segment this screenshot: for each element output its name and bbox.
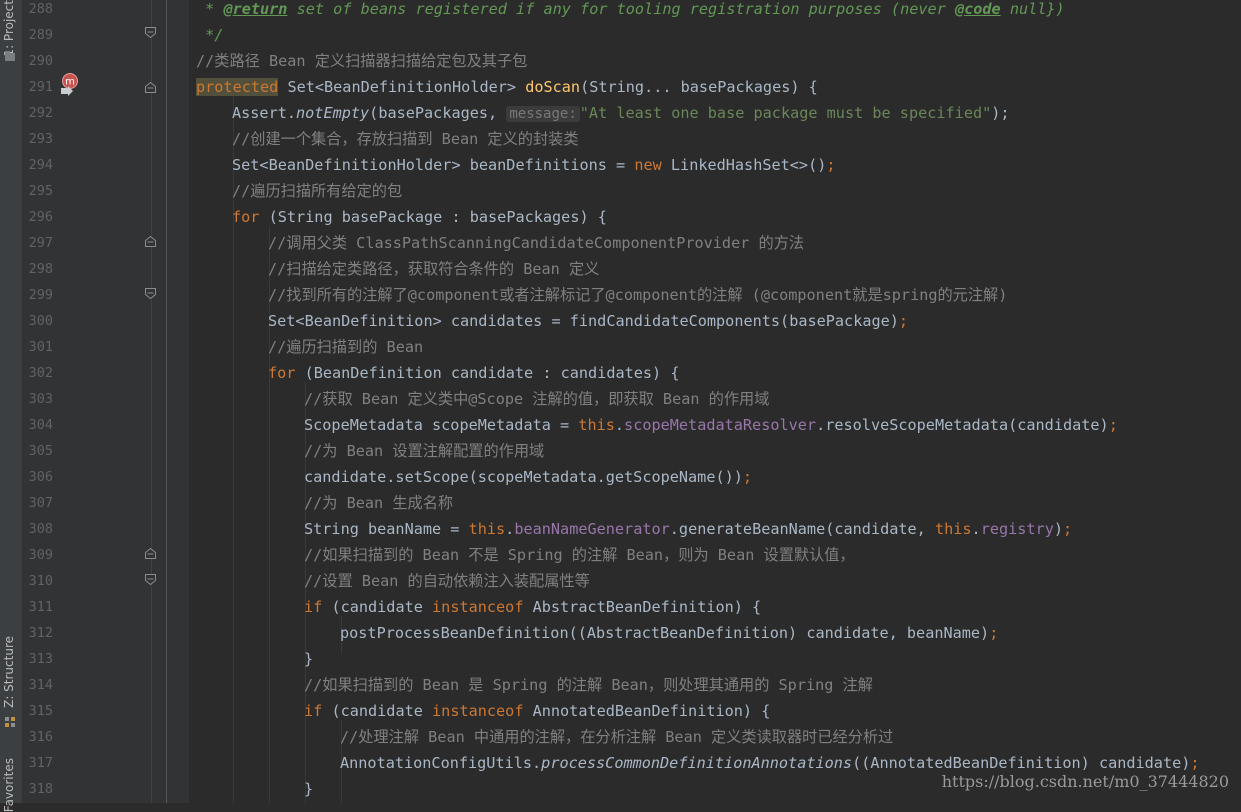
line-number[interactable]: 311 xyxy=(23,598,53,624)
line-number[interactable]: 290 xyxy=(23,52,53,78)
line-number[interactable]: 292 xyxy=(23,104,53,130)
line-number[interactable]: 301 xyxy=(23,338,53,364)
line-number[interactable]: 312 xyxy=(23,624,53,650)
code-line-313[interactable]: } xyxy=(304,650,313,676)
code-line-294[interactable]: Set<BeanDefinitionHolder> beanDefinition… xyxy=(232,156,836,182)
line-number[interactable]: 318 xyxy=(23,780,53,806)
line-number[interactable]: 315 xyxy=(23,702,53,728)
code-line-306[interactable]: candidate.setScope(scopeMetadata.getScop… xyxy=(304,468,752,494)
line-number[interactable]: 316 xyxy=(23,728,53,754)
line-number[interactable]: 298 xyxy=(23,260,53,286)
code-line-318[interactable]: } xyxy=(304,780,313,806)
code-line-289[interactable]: */ xyxy=(196,26,223,52)
code-line-314[interactable]: //如果扫描到的 Bean 是 Spring 的注解 Bean，则处理其通用的 … xyxy=(304,676,873,702)
line-number[interactable]: 296 xyxy=(23,208,53,234)
line-number[interactable]: 299 xyxy=(23,286,53,312)
watermark: https://blog.csdn.net/m0_37444820 xyxy=(941,772,1229,791)
code-line-295[interactable]: //遍历扫描所有给定的包 xyxy=(232,182,402,208)
code-line-300[interactable]: Set<BeanDefinition> candidates = findCan… xyxy=(268,312,908,338)
line-number[interactable]: 317 xyxy=(23,754,53,780)
code-line-308[interactable]: String beanName = this.beanNameGenerator… xyxy=(304,520,1072,546)
code-line-298[interactable]: //扫描给定类路径，获取符合条件的 Bean 定义 xyxy=(268,260,599,286)
structure-tool-tab[interactable]: Z: Structure xyxy=(2,636,16,708)
code-line-312[interactable]: postProcessBeanDefinition((AbstractBeanD… xyxy=(340,624,998,650)
structure-icon[interactable] xyxy=(4,716,16,728)
protected-keyword: protected xyxy=(196,78,279,96)
line-number[interactable]: 310 xyxy=(23,572,53,598)
line-number[interactable]: 306 xyxy=(23,468,53,494)
line-number[interactable]: 294 xyxy=(23,156,53,182)
line-number[interactable]: 304 xyxy=(23,416,53,442)
code-line-290[interactable]: //类路径 Bean 定义扫描器扫描给定包及其子包 xyxy=(196,52,527,78)
fold-marker-icon[interactable] xyxy=(145,236,156,247)
line-number[interactable]: 293 xyxy=(23,130,53,156)
code-line-305[interactable]: //为 Bean 设置注解配置的作用域 xyxy=(304,442,544,468)
code-line-299[interactable]: //找到所有的注解了@component或者注解标记了@component的注解… xyxy=(268,286,1007,312)
code-line-301[interactable]: //遍历扫描到的 Bean xyxy=(268,338,423,364)
gutter-divider xyxy=(166,0,167,803)
code-line-309[interactable]: //如果扫描到的 Bean 不是 Spring 的注解 Bean，则为 Bean… xyxy=(304,546,855,572)
breakpoint-arrow-icon[interactable] xyxy=(60,86,74,96)
code-line-315[interactable]: if (candidate instanceof AnnotatedBeanDe… xyxy=(304,702,770,728)
line-number[interactable]: 314 xyxy=(23,676,53,702)
code-line-293[interactable]: //创建一个集合，存放扫描到 Bean 定义的封装类 xyxy=(232,130,579,156)
project-tool-tab[interactable]: 1: Project xyxy=(2,0,16,57)
fold-marker-icon[interactable] xyxy=(145,27,156,38)
line-number[interactable]: 289 xyxy=(23,26,53,52)
favorites-tool-tab[interactable]: Favorites xyxy=(2,758,16,812)
code-line-311[interactable]: if (candidate instanceof AbstractBeanDef… xyxy=(304,598,761,624)
method-name: doScan xyxy=(525,78,581,96)
code-line-292[interactable]: Assert.notEmpty(basePackages, message: "A… xyxy=(232,104,1010,130)
fold-marker-icon[interactable] xyxy=(145,548,156,559)
line-number[interactable]: 300 xyxy=(23,312,53,338)
line-number[interactable]: 288 xyxy=(23,0,53,26)
code-line-291[interactable]: protected Set<BeanDefinitionHolder> doSc… xyxy=(196,78,818,104)
code-editor[interactable]: * @return set of beans registered if any… xyxy=(190,0,1241,803)
code-line-310[interactable]: //设置 Bean 的自动依赖注入装配属性等 xyxy=(304,572,590,598)
project-folder-icon[interactable] xyxy=(4,50,16,62)
line-number[interactable]: 308 xyxy=(23,520,53,546)
line-number[interactable]: 302 xyxy=(23,364,53,390)
tool-window-strip: 1: Project Z: Structure Favorites xyxy=(0,0,23,812)
line-number[interactable]: 309 xyxy=(23,546,53,572)
fold-marker-icon[interactable] xyxy=(145,288,156,299)
fold-marker-icon[interactable] xyxy=(145,574,156,585)
parameter-hint: message: xyxy=(506,106,580,122)
line-number[interactable]: 307 xyxy=(23,494,53,520)
code-line-307[interactable]: //为 Bean 生成名称 xyxy=(304,494,453,520)
fold-rule xyxy=(151,0,152,803)
code-line-304[interactable]: ScopeMetadata scopeMetadata = this.scope… xyxy=(304,416,1118,442)
line-number[interactable]: 313 xyxy=(23,650,53,676)
code-line-288[interactable]: * @return set of beans registered if any… xyxy=(196,0,1065,26)
code-line-302[interactable]: for (BeanDefinition candidate : candidat… xyxy=(268,364,679,390)
line-number[interactable]: 295 xyxy=(23,182,53,208)
line-number[interactable]: 291 xyxy=(23,78,53,104)
line-number[interactable]: 305 xyxy=(23,442,53,468)
code-line-297[interactable]: //调用父类 ClassPathScanningCandidateCompone… xyxy=(268,234,804,260)
code-line-316[interactable]: //处理注解 Bean 中通用的注解，在分析注解 Bean 定义类读取器时已经分… xyxy=(340,728,893,754)
fold-marker-icon[interactable] xyxy=(145,82,156,93)
line-number[interactable]: 297 xyxy=(23,234,53,260)
code-line-296[interactable]: for (String basePackage : basePackages) … xyxy=(232,208,607,234)
code-line-303[interactable]: //获取 Bean 定义类中@Scope 注解的值，即获取 Bean 的作用域 xyxy=(304,390,769,416)
line-number[interactable]: 303 xyxy=(23,390,53,416)
